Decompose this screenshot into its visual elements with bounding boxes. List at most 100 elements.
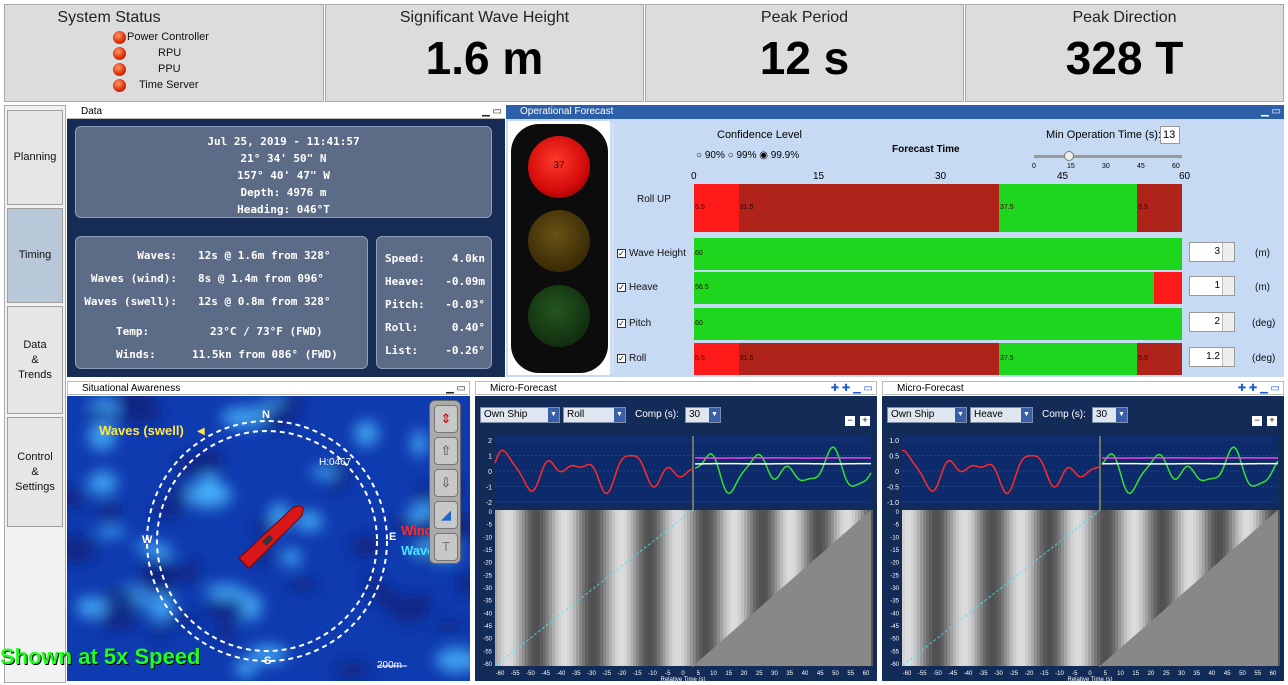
waterfall-column xyxy=(549,510,552,666)
waterfall-column xyxy=(1115,510,1118,666)
op-forecast-title-bar: Operational Forecast ▁ ▭ xyxy=(506,105,1284,119)
wave-pattern-blob xyxy=(455,572,470,596)
waterfall-column xyxy=(609,510,612,666)
waterfall-column xyxy=(1076,510,1079,666)
window-controls[interactable]: ✚ ✚ ▁ ▭ xyxy=(1238,382,1280,396)
status-label-rpu: RPU xyxy=(158,47,182,59)
waterfall-column xyxy=(579,510,582,666)
roll-label: Roll: xyxy=(385,321,419,334)
check-icon[interactable]: ✓ xyxy=(617,249,626,258)
forecast-row-label[interactable]: ✓ Pitch xyxy=(617,318,651,329)
sa-map[interactable]: Waves (swell) ◀ H:0467 N S W E Wind Wave… xyxy=(67,396,470,681)
wave-pattern-blob xyxy=(204,599,246,620)
waterfall-column xyxy=(914,510,917,666)
waterfall-y-tick: -5 xyxy=(894,523,900,529)
wind-marker: Wind xyxy=(401,523,433,538)
waterfall-column xyxy=(684,510,687,666)
waterfall-column xyxy=(1100,510,1103,666)
wave-pattern-blob xyxy=(137,560,182,590)
wave-pattern-blob xyxy=(435,647,470,673)
peak-direction-title: Peak Direction xyxy=(1072,9,1177,26)
waterfall-x-tick: -60 xyxy=(496,671,505,677)
waterfall-x-tick: -35 xyxy=(572,671,581,677)
waterfall-column xyxy=(666,510,669,666)
waterfall-column xyxy=(1058,510,1061,666)
speed-label: Speed: xyxy=(385,252,425,265)
waterfall-y-tick: -10 xyxy=(890,535,899,541)
waves-swell-marker: Waves (swell) xyxy=(99,423,184,438)
forecast-bar-mark: 5.5 xyxy=(695,204,705,211)
waterfall-column xyxy=(528,510,531,666)
waterfall-x-tick: -20 xyxy=(618,671,627,677)
threshold-spinner[interactable]: 1 xyxy=(1189,276,1235,296)
waterfall-column xyxy=(1079,510,1082,666)
waterfall-column xyxy=(708,510,711,666)
longitude-text: 157° 40' 47" W xyxy=(237,169,330,182)
forecast-row-label[interactable]: ✓ Wave Height xyxy=(617,248,686,259)
wave-pattern-blob xyxy=(87,471,118,495)
zoom-in-icon[interactable]: ⇧ xyxy=(434,437,458,465)
waterfall-column xyxy=(1037,510,1040,666)
heading-label: H:0467 xyxy=(319,457,352,468)
waterfall-x-tick: -10 xyxy=(648,671,657,677)
tab-timing[interactable]: Timing xyxy=(7,208,63,303)
waves-tool-icon[interactable]: ◢ xyxy=(434,501,458,529)
waterfall-x-tick: -45 xyxy=(541,671,550,677)
micro1-title-bar: Micro-Forecast ✚ ✚ ▁ ▭ xyxy=(475,381,877,395)
waterfall-column xyxy=(600,510,603,666)
check-icon[interactable]: ✓ xyxy=(617,354,626,363)
waterfall-column xyxy=(525,510,528,666)
window-controls[interactable]: ▁ ▭ xyxy=(446,382,466,396)
waterfall-x-tick: 10 xyxy=(1117,671,1124,677)
waterfall-x-tick: -60 xyxy=(903,671,912,677)
wave-height-panel: Significant Wave Height 1.6 m xyxy=(325,4,644,102)
waterfall-y-tick: -30 xyxy=(483,586,492,592)
waterfall-column xyxy=(507,510,510,666)
window-controls[interactable]: ▁ ▭ xyxy=(1261,105,1281,119)
waterfall-x-tick: 45 xyxy=(817,671,824,677)
threshold-spinner[interactable]: 1.2 xyxy=(1189,347,1235,367)
waterfall-column xyxy=(1121,510,1124,666)
light-value: 37 xyxy=(553,160,565,171)
waterfall-x-tick: 40 xyxy=(1209,671,1216,677)
forecast-row-label: Roll UP xyxy=(637,194,671,205)
list-label: List: xyxy=(385,344,419,357)
zoom-out-icon[interactable]: ⇩ xyxy=(434,469,458,497)
waterfall-y-tick: 0 xyxy=(896,510,900,516)
wave-pattern-blob xyxy=(67,489,88,508)
op-forecast-title: Operational Forecast xyxy=(520,106,614,117)
compass-tool-icon[interactable]: ⇕ xyxy=(434,405,458,433)
waterfall-x-tick: 10 xyxy=(710,671,717,677)
window-controls[interactable]: ▁ ▭ xyxy=(482,105,502,119)
waterfall-column xyxy=(612,510,615,666)
waterfall-column xyxy=(558,510,561,666)
forecast-row-label[interactable]: ✓ Heave xyxy=(617,282,658,293)
threshold-unit: (m) xyxy=(1255,248,1270,259)
threshold-spinner[interactable]: 2 xyxy=(1189,312,1235,332)
waterfall-column xyxy=(965,510,968,666)
waterfall-x-tick: -55 xyxy=(511,671,520,677)
waterfall-column xyxy=(935,510,938,666)
waves-value: 12s @ 1.6m from 328° xyxy=(198,249,331,262)
waterfall-x-tick: 25 xyxy=(756,671,763,677)
tab-planning[interactable]: Planning xyxy=(7,110,63,205)
window-controls[interactable]: ✚ ✚ ▁ ▭ xyxy=(831,382,873,396)
wave-pattern-blob xyxy=(234,659,258,678)
threshold-spinner[interactable]: 3 xyxy=(1189,242,1235,262)
tab-data-trends[interactable]: Data & Trends xyxy=(7,306,63,414)
text-tool-icon[interactable]: T xyxy=(434,533,458,561)
wave-pattern-blob xyxy=(182,560,201,583)
tab-control-settings[interactable]: Control & Settings xyxy=(7,417,63,527)
depth-text: Depth: 4976 m xyxy=(240,186,327,199)
waterfall-column xyxy=(1055,510,1058,666)
check-icon[interactable]: ✓ xyxy=(617,283,626,292)
waterfall-column xyxy=(648,510,651,666)
forecast-row-label[interactable]: ✓ Roll xyxy=(617,353,646,364)
waterfall-column xyxy=(567,510,570,666)
waterfall-column xyxy=(687,510,690,666)
waterfall-column xyxy=(962,510,965,666)
check-icon[interactable]: ✓ xyxy=(617,319,626,328)
waterfall-column xyxy=(1016,510,1019,666)
waterfall-column xyxy=(624,510,627,666)
waterfall-y-tick: -15 xyxy=(483,548,492,554)
